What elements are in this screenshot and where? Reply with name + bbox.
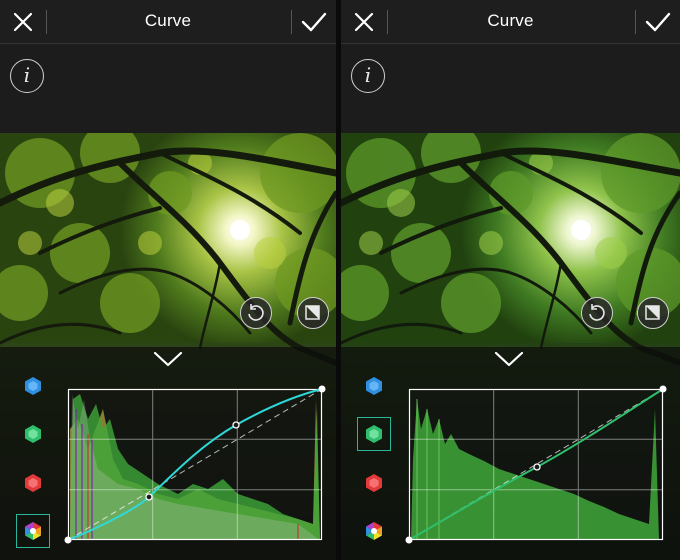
channel-green-button[interactable]	[16, 417, 50, 451]
chevron-down-icon[interactable]	[494, 351, 524, 367]
channel-green-button[interactable]	[357, 417, 391, 451]
checkmark-icon[interactable]	[644, 9, 672, 35]
separator	[291, 10, 292, 34]
curve-point[interactable]	[232, 421, 240, 429]
info-button[interactable]: i	[351, 59, 385, 93]
channel-rgb-button[interactable]	[16, 514, 50, 548]
undo-icon[interactable]	[581, 297, 613, 329]
curve-point[interactable]	[405, 536, 413, 544]
top-bar: Curve	[0, 0, 336, 44]
page-title: Curve	[144, 11, 192, 30]
curve-point[interactable]	[533, 463, 541, 471]
curve-editor-screen-right: Curve i	[341, 0, 680, 560]
curve-graph[interactable]	[405, 385, 667, 544]
curve-point[interactable]	[145, 493, 153, 501]
channel-rgb-button[interactable]	[357, 514, 391, 548]
undo-icon[interactable]	[240, 297, 272, 329]
curve-editor-screen-left: Curve i	[0, 0, 336, 560]
compare-icon[interactable]	[297, 297, 329, 329]
curve-point[interactable]	[318, 385, 326, 393]
separator	[635, 10, 636, 34]
curve-point[interactable]	[659, 385, 667, 393]
channel-red-button[interactable]	[16, 466, 50, 500]
top-bar: Curve	[341, 0, 680, 44]
curve-graph[interactable]	[64, 385, 326, 544]
compare-icon[interactable]	[637, 297, 669, 329]
channel-blue-button[interactable]	[357, 369, 391, 403]
page-title: Curve	[487, 11, 534, 30]
checkmark-icon[interactable]	[300, 9, 328, 35]
info-button[interactable]: i	[10, 59, 44, 93]
channel-blue-button[interactable]	[16, 369, 50, 403]
channel-red-button[interactable]	[357, 466, 391, 500]
curve-point[interactable]	[64, 536, 72, 544]
chevron-down-icon[interactable]	[153, 351, 183, 367]
